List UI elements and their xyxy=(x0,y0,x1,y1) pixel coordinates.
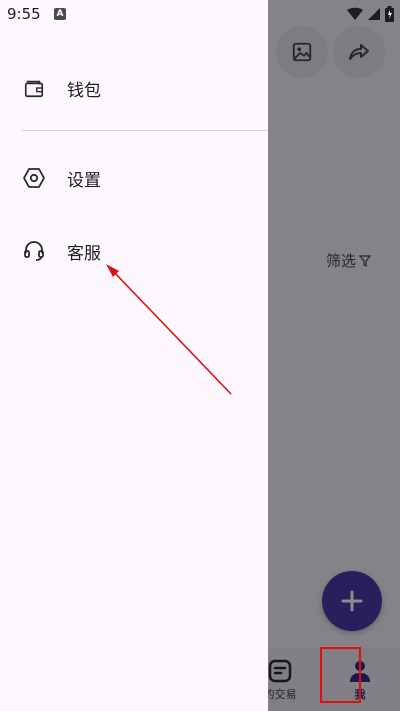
status-time: 9:55 xyxy=(7,5,41,23)
status-icons xyxy=(347,6,394,22)
battery-icon xyxy=(385,6,394,22)
drawer-item-wallet-label: 钱包 xyxy=(67,80,101,101)
wallet-icon xyxy=(22,76,46,100)
annotation-highlight-box xyxy=(320,647,361,703)
drawer-item-settings-label: 设置 xyxy=(67,170,101,191)
drawer-item-settings[interactable]: 设置 xyxy=(0,154,268,202)
drawer-item-wallet[interactable]: 钱包 xyxy=(0,64,268,112)
wifi-icon xyxy=(347,7,363,20)
navigation-drawer: 钱包 设置 客服 xyxy=(0,0,268,711)
settings-hexagon-icon xyxy=(22,166,46,190)
drawer-divider xyxy=(22,130,268,131)
status-bar: 9:55 A xyxy=(0,0,400,28)
drawer-item-support-label: 客服 xyxy=(67,243,101,264)
notification-badge-icon: A xyxy=(54,8,66,20)
drawer-item-support[interactable]: 客服 xyxy=(0,227,268,275)
headset-icon xyxy=(22,239,46,263)
signal-icon xyxy=(368,8,380,20)
